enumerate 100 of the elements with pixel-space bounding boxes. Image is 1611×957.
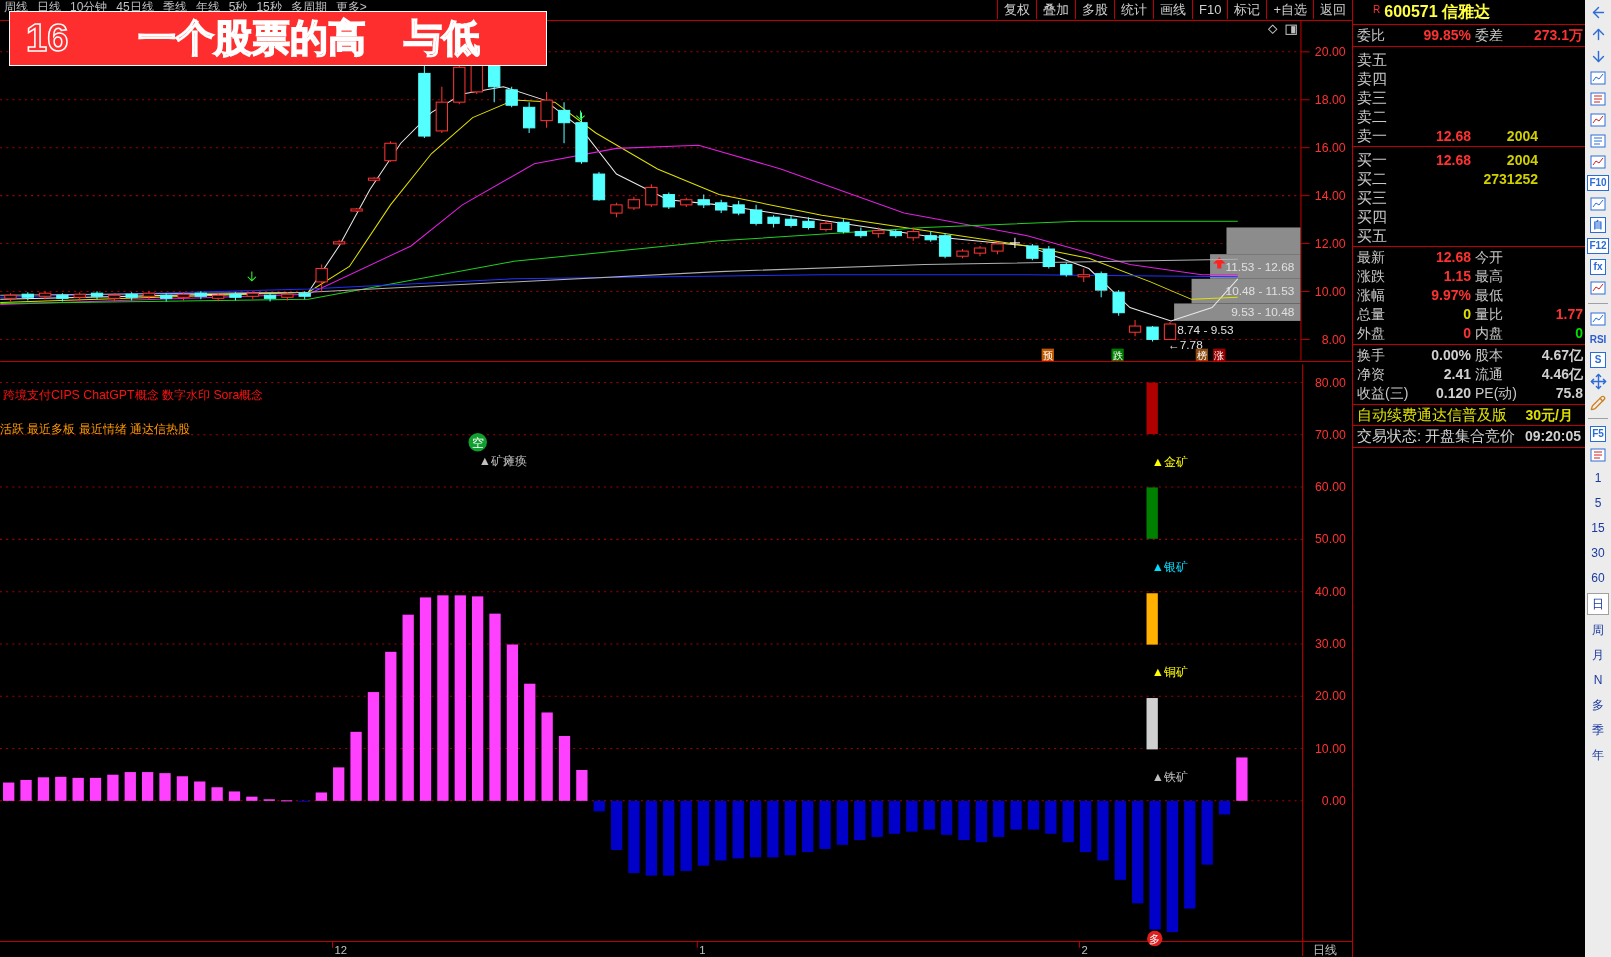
indicator-bar <box>263 799 275 801</box>
candlestick <box>973 245 987 257</box>
diamond-icon[interactable] <box>1267 24 1278 35</box>
axis-label: 0.00 <box>1321 793 1346 808</box>
indicator-bar <box>732 800 744 859</box>
chart-tool-icon[interactable] <box>1590 447 1606 463</box>
toolbar-button[interactable]: F10 <box>1192 0 1228 19</box>
candlestick <box>715 199 728 214</box>
field-label: 净资 <box>1356 365 1385 384</box>
candlestick <box>540 91 553 129</box>
banner-number: 16 <box>26 16 69 61</box>
status-time: 09:20:05 <box>1524 427 1581 446</box>
date-label: 1 <box>699 943 706 956</box>
tool-button[interactable]: 自 <box>1590 217 1606 233</box>
candlestick <box>435 86 448 134</box>
chart-tool-icon[interactable] <box>1590 112 1606 128</box>
tool-button[interactable]: F12 <box>1587 238 1609 254</box>
candlestick <box>1163 321 1177 340</box>
toolbar-button[interactable]: 多股 <box>1075 0 1114 19</box>
candlestick <box>557 101 571 144</box>
period-button[interactable]: 季 <box>1587 720 1609 740</box>
indicator-bar <box>194 781 206 801</box>
price-range-bar: 11.53 - 12.68 <box>1210 254 1301 279</box>
indicator-bar <box>975 800 987 843</box>
order-volume: 2731252 <box>1482 169 1538 189</box>
indicator-bar <box>1079 800 1092 853</box>
period-button[interactable]: 月 <box>1587 645 1609 665</box>
toolbar-button[interactable]: +自选 <box>1266 0 1313 19</box>
panel-toggle-icon[interactable] <box>1285 24 1297 35</box>
candlestick <box>889 229 902 239</box>
indicator-bar <box>558 736 571 801</box>
toolbar-button[interactable]: 叠加 <box>1036 0 1075 19</box>
toolbar-button[interactable]: 复权 <box>997 0 1036 19</box>
order-level-label: 买二 <box>1356 169 1388 189</box>
candlestick <box>384 140 397 163</box>
chart-tool-icon[interactable] <box>1590 91 1606 107</box>
candlestick <box>160 292 173 302</box>
candlestick <box>1026 243 1039 261</box>
tool-button[interactable]: fx <box>1590 259 1606 275</box>
toolbar-button[interactable]: 统计 <box>1114 0 1153 19</box>
indicator-bar <box>767 800 779 858</box>
candlestick <box>1112 289 1125 317</box>
field-label: 今开 <box>1474 248 1503 267</box>
field-label: PE(动) <box>1474 384 1517 403</box>
chart-tool-icon[interactable] <box>1590 70 1606 86</box>
period-button[interactable]: 15 <box>1587 518 1609 538</box>
candlestick <box>229 291 242 301</box>
indicator-bar <box>20 779 32 801</box>
candlestick <box>837 218 850 235</box>
candlestick <box>73 291 86 301</box>
period-button[interactable]: 多 <box>1587 695 1609 715</box>
indicator-bar <box>1201 800 1213 865</box>
toolbar-button[interactable]: 画线 <box>1153 0 1192 19</box>
period-button[interactable]: 1 <box>1587 468 1609 488</box>
period-button[interactable]: 30 <box>1587 543 1609 563</box>
period-button[interactable]: 日 <box>1587 593 1609 615</box>
candlestick <box>56 292 69 302</box>
concept-tags: 跨境支付CIPS ChatGPT概念 数字水印 Sora概念 <box>3 388 264 403</box>
period-button[interactable]: 5 <box>1587 493 1609 513</box>
pencil-icon[interactable] <box>1590 395 1606 411</box>
period-button[interactable]: 年 <box>1587 745 1609 765</box>
candlestick <box>991 241 1004 255</box>
chart-tool-icon[interactable] <box>1590 133 1606 149</box>
axis-label: 16.00 <box>1314 140 1346 155</box>
tool-button[interactable]: S <box>1590 352 1606 368</box>
indicator-bar <box>315 792 327 801</box>
chart-tool-icon[interactable] <box>1590 311 1606 327</box>
period-button[interactable]: 60 <box>1587 568 1609 588</box>
tool-button[interactable]: F5 <box>1590 426 1606 442</box>
candlestick <box>907 226 920 242</box>
tool-button[interactable]: F10 <box>1587 175 1609 191</box>
indicator-bar <box>993 800 1005 837</box>
axis-label: 10.00 <box>1314 284 1346 299</box>
candlestick <box>1009 237 1021 249</box>
signal-marker: 预 <box>1041 348 1054 361</box>
tool-button[interactable]: RSI <box>1589 332 1607 347</box>
chart-tool-icon[interactable] <box>1590 280 1606 296</box>
chart-tool-icon[interactable] <box>1590 154 1606 170</box>
indicator-bar <box>37 777 50 801</box>
move-icon[interactable] <box>1589 373 1607 390</box>
stock-title: 600571 信雅达 <box>1384 2 1491 22</box>
trading-status: 交易状态: 开盘集合竞价 <box>1357 426 1516 447</box>
field-value: 0 <box>1575 324 1583 343</box>
axis-label: 30.00 <box>1315 637 1346 652</box>
candlestick <box>367 176 381 182</box>
axis-label: 60.00 <box>1315 480 1346 495</box>
period-button[interactable]: N <box>1587 670 1609 690</box>
indicator-bar <box>871 800 883 837</box>
mine-label: ▲铜矿 <box>1151 665 1188 680</box>
axis-label: 50.00 <box>1315 532 1346 547</box>
candlestick <box>592 171 606 202</box>
toolbar-button[interactable]: 标记 <box>1227 0 1267 19</box>
field-value: 75.8 <box>1555 384 1583 403</box>
indicator-bar <box>888 800 901 834</box>
candlestick <box>1146 325 1159 342</box>
period-button[interactable]: 周 <box>1587 620 1609 640</box>
chart-tool-icon[interactable] <box>1590 196 1606 212</box>
mine-label: ▲铁矿 <box>1151 770 1188 785</box>
order-level-label: 买四 <box>1356 207 1388 227</box>
axis-label: 20.00 <box>1314 44 1346 59</box>
